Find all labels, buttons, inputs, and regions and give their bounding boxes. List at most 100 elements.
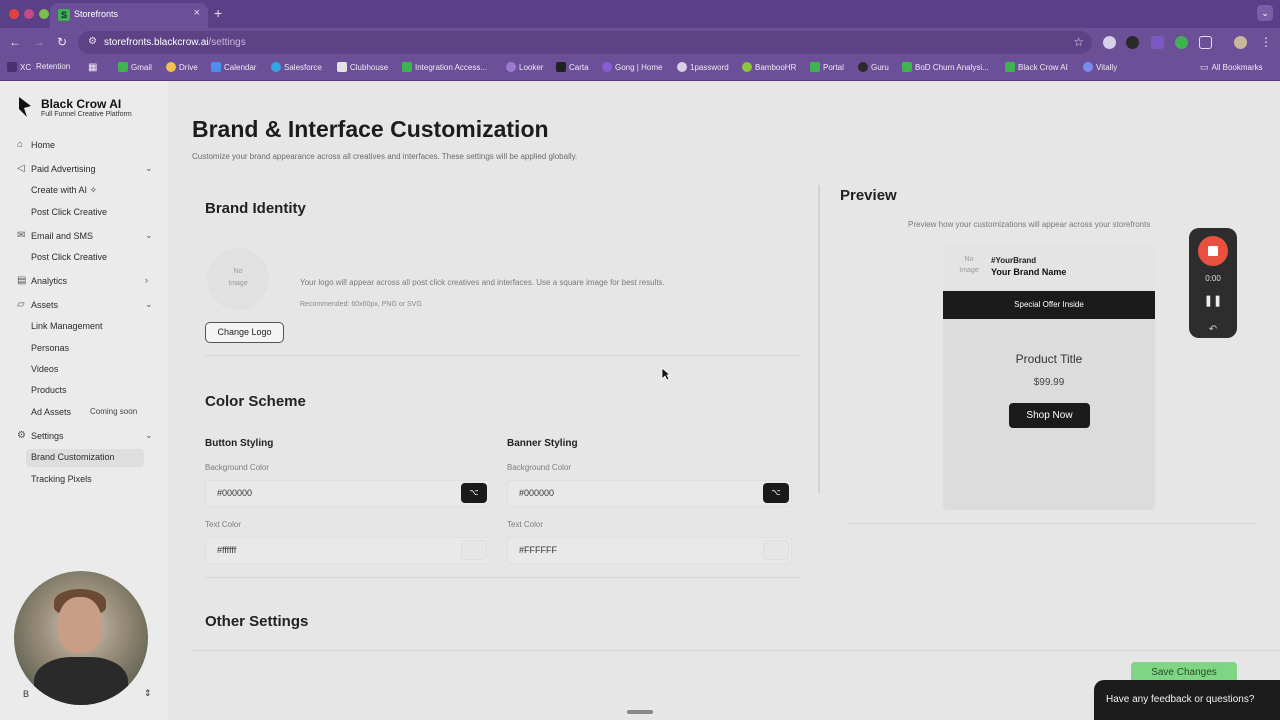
chevron-down-icon[interactable]: ⌄: [145, 230, 153, 241]
sidebar-item-email-sms[interactable]: Email and SMS: [31, 231, 93, 241]
bookmark-retention[interactable]: Retention: [36, 62, 70, 71]
all-bookmarks[interactable]: ▭ All Bookmarks: [1200, 62, 1263, 73]
webcam-overlay[interactable]: [14, 571, 148, 705]
sidebar-item-products[interactable]: Products: [31, 385, 67, 395]
account-switch-icon[interactable]: ⇕: [144, 688, 152, 699]
extension-icon[interactable]: [1126, 36, 1139, 49]
sidebar-item-analytics[interactable]: Analytics: [31, 276, 67, 286]
button-text-color-swatch[interactable]: [461, 540, 487, 560]
extension-icon[interactable]: [1151, 36, 1164, 49]
reload-icon[interactable]: ↻: [57, 35, 67, 49]
banner-text-input[interactable]: #FFFFFF: [507, 537, 792, 564]
sidebar-item-post-click-creative[interactable]: Post Click Creative: [31, 207, 107, 217]
bookmark-guru[interactable]: Guru: [858, 62, 889, 72]
sidebar-item-paid-advertising[interactable]: Paid Advertising: [31, 164, 96, 174]
new-tab-icon[interactable]: +: [214, 5, 222, 21]
black-crow-logo-icon: [19, 97, 31, 117]
chevron-down-icon[interactable]: ⌄: [145, 163, 153, 174]
chevron-right-icon[interactable]: ›: [145, 275, 148, 285]
close-window-icon[interactable]: [9, 9, 19, 19]
button-text-label: Text Color: [205, 520, 242, 529]
sidebar-item-create-with-ai[interactable]: Create with AI ✧: [31, 185, 97, 196]
feedback-widget[interactable]: Have any feedback or questions?: [1094, 680, 1280, 720]
apps-grid-icon[interactable]: ▦: [88, 62, 97, 73]
bookmark-integration-access[interactable]: Integration Access...: [402, 62, 487, 72]
pause-icon[interactable]: ❚❚: [1189, 294, 1237, 307]
change-logo-button[interactable]: Change Logo: [205, 322, 284, 343]
bookmark-1password[interactable]: 1password: [677, 62, 729, 72]
bookmark-looker[interactable]: Looker: [506, 62, 543, 72]
bookmark-xc[interactable]: XC: [7, 62, 31, 72]
preview-shop-now-button[interactable]: Shop Now: [1009, 403, 1090, 428]
bookmark-bamboohr[interactable]: BambooHR: [742, 62, 796, 72]
chevron-down-icon[interactable]: ⌄: [145, 430, 153, 441]
sidebar-item-personas[interactable]: Personas: [31, 343, 69, 353]
sidebar-item-settings[interactable]: Settings: [31, 431, 64, 441]
extensions-puzzle-icon[interactable]: [1199, 36, 1212, 49]
preview-header: No Image #YourBrand Your Brand Name: [943, 246, 1155, 291]
bookmark-drive[interactable]: Drive: [166, 62, 198, 72]
account-initial[interactable]: B: [23, 689, 29, 699]
bookmark-gmail[interactable]: Gmail: [118, 62, 152, 72]
sidebar-item-ad-assets[interactable]: Ad Assets: [31, 407, 71, 417]
url-text: storefronts.blackcrow.ai/settings: [104, 37, 246, 48]
sidebar-item-videos[interactable]: Videos: [31, 364, 58, 374]
webcam-person-face: [58, 597, 102, 653]
sidebar-item-tracking-pixels[interactable]: Tracking Pixels: [31, 474, 92, 484]
banner-bg-input[interactable]: #000000: [507, 480, 792, 507]
chart-icon: ▤: [17, 275, 27, 286]
button-bg-input[interactable]: #000000: [205, 480, 490, 507]
bookmark-salesforce[interactable]: Salesforce: [271, 62, 322, 72]
bookmark-vitally[interactable]: Vitally: [1083, 62, 1117, 72]
banner-bg-color-swatch[interactable]: ⌥: [763, 483, 789, 503]
banner-bg-label: Background Color: [507, 463, 572, 472]
bookmark-portal[interactable]: Portal: [810, 62, 844, 72]
profile-avatar-icon[interactable]: [1234, 36, 1247, 49]
extension-icon[interactable]: [1103, 36, 1116, 49]
button-text-input[interactable]: #ffffff: [205, 537, 490, 564]
banner-styling-label: Banner Styling: [507, 438, 578, 449]
banner-text-label: Text Color: [507, 520, 544, 529]
logo-hint: Your logo will appear across all post cl…: [300, 278, 665, 287]
megaphone-icon: ◁: [17, 163, 25, 174]
tab-search-icon[interactable]: ⌄: [1257, 5, 1273, 21]
browser-tab[interactable]: S Storefronts ×: [50, 3, 208, 28]
extension-icon[interactable]: [1175, 36, 1188, 49]
bookmark-carta[interactable]: Carta: [556, 62, 589, 72]
forward-icon[interactable]: →: [33, 35, 45, 49]
chevron-down-icon[interactable]: ⌄: [145, 299, 153, 310]
button-styling-label: Button Styling: [205, 438, 274, 449]
undo-icon[interactable]: ↶: [1189, 324, 1237, 335]
bookmark-clubhouse[interactable]: Clubhouse: [337, 62, 388, 72]
sidebar-item-assets[interactable]: Assets: [31, 300, 58, 310]
bookmark-calendar[interactable]: Calendar: [211, 62, 256, 72]
sidebar-item-post-click-creative-email[interactable]: Post Click Creative: [31, 252, 107, 262]
preview-description: Preview how your customizations will app…: [908, 220, 1151, 229]
mouse-cursor-icon: [661, 367, 671, 381]
maximize-window-icon[interactable]: [39, 9, 49, 19]
tab-close-icon[interactable]: ×: [194, 7, 200, 19]
minimize-window-icon[interactable]: [24, 9, 34, 19]
bookmark-gong[interactable]: Gong | Home: [602, 62, 662, 72]
bookmark-black-crow[interactable]: Black Crow AI: [1005, 62, 1068, 72]
banner-text-color-swatch[interactable]: [763, 540, 789, 560]
color-scheme-heading: Color Scheme: [205, 393, 306, 410]
button-bg-color-swatch[interactable]: ⌥: [461, 483, 487, 503]
preview-price: $99.99: [1033, 377, 1065, 388]
preview-brand-name: Your Brand Name: [991, 267, 1067, 277]
back-icon[interactable]: ←: [9, 35, 21, 49]
browser-menu-icon[interactable]: ⋮: [1260, 35, 1272, 49]
folder-icon: ▱: [17, 299, 25, 310]
site-settings-icon[interactable]: ⚙: [88, 36, 97, 47]
url-bar[interactable]: ⚙ storefronts.blackcrow.ai/settings ☆: [78, 31, 1092, 54]
recording-timer: 0:00: [1205, 274, 1221, 283]
bookmark-star-icon[interactable]: ☆: [1073, 35, 1084, 49]
stop-recording-button[interactable]: [1198, 236, 1228, 266]
logo-placeholder[interactable]: No Image: [207, 248, 269, 310]
sidebar-item-home[interactable]: Home: [31, 140, 55, 150]
sidebar-item-link-management[interactable]: Link Management: [31, 321, 103, 331]
bookmark-bod-churn[interactable]: BoD Churn Analysi...: [902, 62, 989, 72]
scroll-handle[interactable]: [627, 710, 653, 714]
logo-recommendation: Recommended: 60x60px, PNG or SVG: [300, 301, 422, 308]
sidebar-item-brand-customization[interactable]: Brand Customization: [31, 452, 115, 462]
